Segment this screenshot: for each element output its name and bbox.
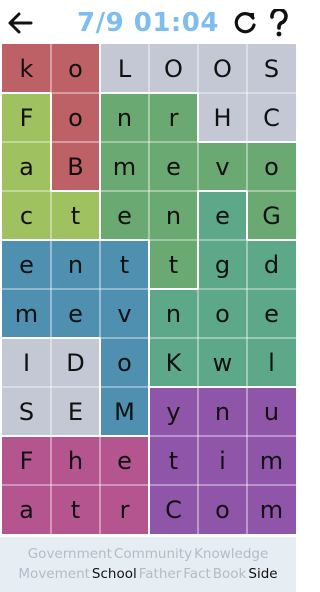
restart-icon[interactable] — [228, 0, 262, 46]
grid-cell[interactable]: O — [198, 44, 247, 93]
grid-cell[interactable]: r — [149, 93, 198, 142]
grid-cell[interactable]: n — [149, 289, 198, 338]
grid-cell[interactable]: o — [247, 142, 296, 191]
back-arrow-icon[interactable] — [0, 0, 40, 46]
grid-cell[interactable]: m — [247, 485, 296, 534]
grid-cell[interactable]: e — [100, 436, 149, 485]
grid-cell[interactable]: n — [100, 93, 149, 142]
letter-grid[interactable]: koLOOSFonrHCaBmevocteneGenttgdmevnoeIDoK… — [2, 44, 296, 534]
grid-cell[interactable]: w — [198, 338, 247, 387]
grid-cell[interactable]: B — [51, 142, 100, 191]
grid-cell[interactable]: K — [149, 338, 198, 387]
word-item: Knowledge — [194, 546, 269, 562]
grid-cell[interactable]: o — [198, 289, 247, 338]
word-item: Side — [248, 566, 278, 582]
grid-cell[interactable]: d — [247, 240, 296, 289]
grid-cell[interactable]: E — [51, 387, 100, 436]
word-item: Book — [212, 566, 247, 582]
grid-cell[interactable]: e — [198, 191, 247, 240]
grid-cell[interactable]: a — [2, 142, 51, 191]
grid-cell[interactable]: v — [198, 142, 247, 191]
word-list: Government Community Knowledge Movement Scho… — [0, 537, 296, 592]
grid-cell[interactable]: m — [247, 436, 296, 485]
grid-cell[interactable]: o — [51, 44, 100, 93]
grid-cell[interactable]: L — [100, 44, 149, 93]
grid-cell[interactable]: e — [149, 142, 198, 191]
grid-cell[interactable]: M — [100, 387, 149, 436]
grid-cell[interactable]: g — [198, 240, 247, 289]
grid-cell[interactable]: C — [247, 93, 296, 142]
grid-cell[interactable]: F — [2, 436, 51, 485]
grid-cell[interactable]: y — [149, 387, 198, 436]
grid-cell[interactable]: t — [149, 240, 198, 289]
header-bar: 7/9 01:04 — [0, 0, 296, 46]
word-item: Movement — [18, 566, 90, 582]
word-item: Community — [113, 546, 193, 562]
grid-cell[interactable]: h — [51, 436, 100, 485]
grid-cell[interactable]: o — [198, 485, 247, 534]
grid-cell[interactable]: i — [198, 436, 247, 485]
grid-cell[interactable]: S — [2, 387, 51, 436]
grid-cell[interactable]: t — [100, 240, 149, 289]
grid-cell[interactable]: a — [2, 485, 51, 534]
grid-cell[interactable]: t — [51, 191, 100, 240]
word-item: Fact — [183, 566, 211, 582]
grid-cell[interactable]: S — [247, 44, 296, 93]
word-item: School — [91, 566, 137, 582]
grid-cell[interactable]: D — [51, 338, 100, 387]
grid-cell[interactable]: c — [2, 191, 51, 240]
grid-cell[interactable]: G — [247, 191, 296, 240]
word-item: Government — [27, 546, 112, 562]
grid-cell[interactable]: O — [149, 44, 198, 93]
grid-cell[interactable]: m — [2, 289, 51, 338]
grid-cell[interactable]: u — [247, 387, 296, 436]
header-actions — [228, 0, 296, 46]
grid-cell[interactable]: m — [100, 142, 149, 191]
grid-cell[interactable]: H — [198, 93, 247, 142]
grid-cell[interactable]: e — [100, 191, 149, 240]
grid-cell[interactable]: l — [247, 338, 296, 387]
grid-cell[interactable]: t — [51, 485, 100, 534]
grid-cell[interactable]: e — [247, 289, 296, 338]
grid-cell[interactable]: e — [51, 289, 100, 338]
word-item: Father — [138, 566, 182, 582]
grid-cell[interactable]: v — [100, 289, 149, 338]
grid-cell[interactable]: r — [100, 485, 149, 534]
grid-cell[interactable]: F — [2, 93, 51, 142]
grid-cell[interactable]: t — [149, 436, 198, 485]
grid-cell[interactable]: o — [51, 93, 100, 142]
grid-cell[interactable]: n — [51, 240, 100, 289]
grid-cell[interactable]: n — [198, 387, 247, 436]
grid-cell[interactable]: k — [2, 44, 51, 93]
grid-cell[interactable]: o — [100, 338, 149, 387]
grid-cell[interactable]: I — [2, 338, 51, 387]
grid-cell[interactable]: C — [149, 485, 198, 534]
grid-cell[interactable]: e — [2, 240, 51, 289]
help-icon[interactable] — [262, 0, 296, 46]
grid-cell[interactable]: n — [149, 191, 198, 240]
